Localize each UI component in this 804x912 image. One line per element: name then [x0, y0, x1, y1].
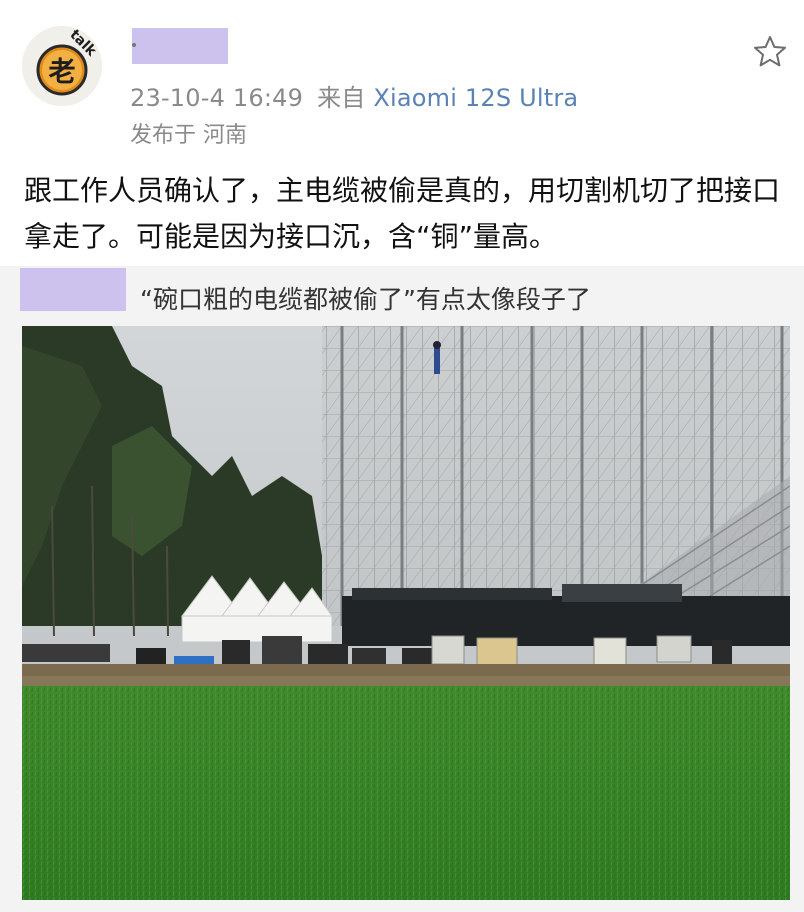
- avatar-glyph: 老: [49, 57, 76, 88]
- post-location: 发布于 河南: [130, 123, 247, 148]
- redacted-username[interactable]: [132, 28, 228, 64]
- post-timestamp: 23-10-4 16:49: [130, 84, 304, 112]
- stage-scaffolding-photo: [22, 326, 790, 900]
- star-outline-icon: [754, 36, 786, 67]
- redacted-quote-author[interactable]: [20, 268, 126, 311]
- favorite-button[interactable]: [752, 34, 788, 70]
- source-prefix: 来自: [317, 84, 366, 112]
- post-meta: 23-10-4 16:49 来自 Xiaomi 12S Ultra: [130, 78, 578, 113]
- username-dot: [132, 43, 136, 47]
- avatar-logo-icon: 老 talk: [22, 26, 102, 106]
- post-photo[interactable]: [22, 326, 790, 900]
- quote-text: “碗口粗的电缆都被偷了”有点太像段子了: [140, 285, 591, 314]
- post-text: 跟工作人员确认了，主电缆被偷是真的，用切割机切了把接口拿走了。可能是因为接口沉，…: [24, 174, 781, 253]
- avatar[interactable]: 老 talk: [22, 26, 102, 106]
- device-link[interactable]: Xiaomi 12S Ultra: [373, 84, 578, 112]
